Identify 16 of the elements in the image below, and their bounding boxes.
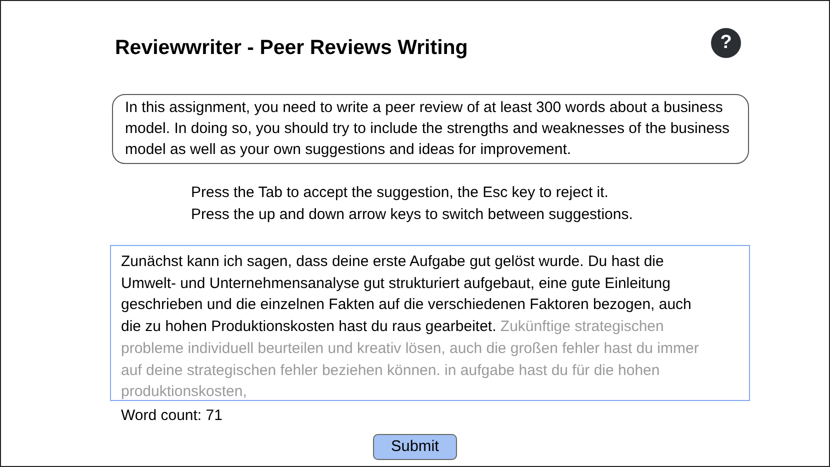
keyboard-hint: Press the up and down arrow keys to switch between suggestions. (191, 204, 634, 224)
typed-text: die zu hohen Produktionskosten hast du raus gearbeitet. (121, 318, 496, 336)
submit-button[interactable]: Submit (373, 434, 457, 460)
typed-text: Umwelt- und Unternehmensanalyse gut strukturiert aufgebaut, eine gute Einleitung (121, 274, 670, 292)
word-count: Word count: 71 (121, 406, 224, 426)
suggestion-text: produktionskosten, (121, 383, 247, 400)
typed-text: Zunächst kann ich sagen, dass deine erste Aufgabe gut gelöst wurde. Du hast die (121, 253, 664, 270)
keyboard-hint: Press the Tab to accept the suggestion, the Esc key to reject it. (191, 183, 610, 203)
assignment-description: In this assignment, you need to write a peer review of at least 300 words about a business model. In doing so, you should try to include the strengths and weaknesses of the business model as well as your own suggestions and ideas for improvement. (112, 94, 749, 164)
page-title: Reviewwriter - Peer Reviews Writing (115, 35, 468, 61)
review-editor[interactable] (110, 245, 750, 401)
help-button[interactable]: ? (711, 28, 741, 58)
suggestion-text: probleme individuell beurteilen und kreativ lösen, auch die großen fehler hast du immer (121, 340, 699, 357)
typed-text: geschrieben und die einzelnen Fakten auf die verschiedenen Faktoren bezogen, auch (121, 296, 692, 314)
suggestion-text: Zukünftige strategischen (500, 318, 664, 336)
suggestion-text: auf deine strategischen fehler beziehen können. in aufgabe hast du für die hohen (121, 362, 660, 379)
